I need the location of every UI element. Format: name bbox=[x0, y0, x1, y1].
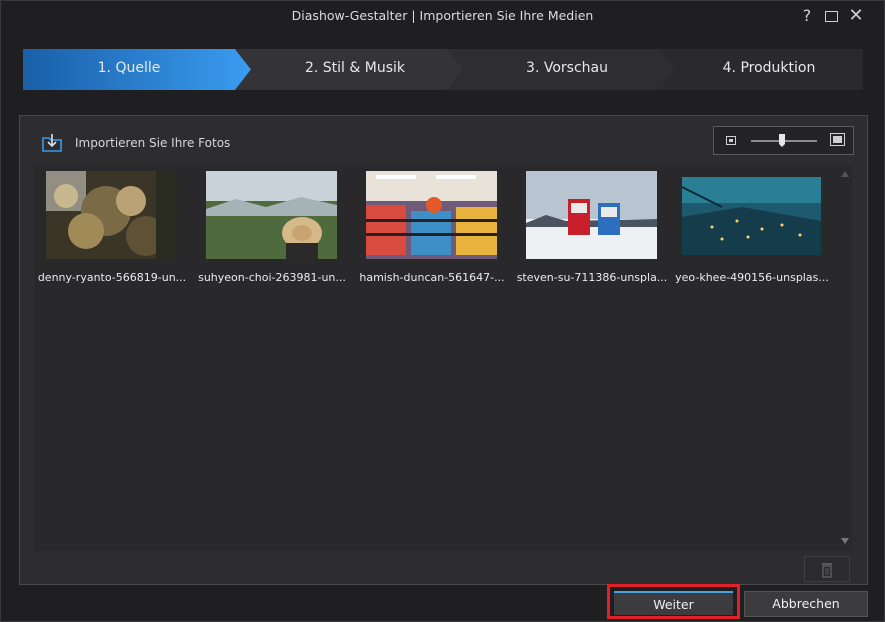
photo-caption: hamish-duncan-561647-... bbox=[359, 271, 505, 284]
photo-grid: denny-ryanto-566819-un... suhyeon-choi-2… bbox=[34, 165, 852, 551]
step-label-vorschau: 3. Vorschau bbox=[526, 60, 608, 76]
photo-caption: steven-su-711386-unspla... bbox=[516, 271, 668, 284]
photo-thumbnail[interactable] bbox=[526, 171, 657, 259]
close-button[interactable]: ✕ bbox=[847, 7, 865, 25]
title-bar: Diashow-Gestalter | Importieren Sie Ihre… bbox=[1, 1, 884, 33]
small-thumbnail-icon[interactable] bbox=[726, 136, 736, 145]
delete-button[interactable] bbox=[804, 556, 850, 582]
slider-handle[interactable] bbox=[779, 134, 785, 147]
photo-caption: yeo-khee-490156-unsplas... bbox=[675, 271, 829, 284]
media-panel: Importieren Sie Ihre Fotos denny-ryanto-… bbox=[19, 115, 868, 585]
help-button[interactable]: ? bbox=[798, 7, 816, 25]
photo-thumbnail[interactable] bbox=[206, 171, 337, 259]
step-label-quelle: 1. Quelle bbox=[97, 60, 161, 76]
photo-caption: denny-ryanto-566819-un... bbox=[37, 271, 187, 284]
import-folder-icon[interactable] bbox=[42, 134, 62, 152]
trash-icon bbox=[822, 563, 832, 578]
maximize-icon bbox=[824, 11, 838, 22]
photo-grid-scrollbar[interactable] bbox=[838, 165, 852, 551]
highlight-box bbox=[607, 584, 740, 619]
step-label-stil-musik: 2. Stil & Musik bbox=[304, 60, 406, 76]
cancel-button[interactable]: Abbrechen bbox=[744, 591, 868, 617]
thumbnail-size-control bbox=[713, 126, 854, 155]
large-thumbnail-icon[interactable] bbox=[830, 133, 845, 146]
photo-thumbnail[interactable] bbox=[46, 171, 177, 259]
window-title: Diashow-Gestalter | Importieren Sie Ihre… bbox=[291, 8, 594, 23]
photo-caption: suhyeon-choi-263981-un... bbox=[198, 271, 346, 284]
wizard-steps: 1. Quelle 2. Stil & Musik 3. Vorschau 4.… bbox=[23, 49, 863, 90]
photo-thumbnail[interactable] bbox=[682, 177, 821, 255]
import-photos-label[interactable]: Importieren Sie Ihre Fotos bbox=[75, 136, 230, 150]
step-label-produktion: 4. Produktion bbox=[722, 60, 816, 76]
scroll-up-icon[interactable] bbox=[841, 171, 849, 177]
scroll-down-icon[interactable] bbox=[841, 538, 849, 544]
maximize-button[interactable] bbox=[822, 7, 840, 25]
slideshow-dialog: Diashow-Gestalter | Importieren Sie Ihre… bbox=[0, 0, 885, 622]
photo-thumbnail[interactable] bbox=[366, 171, 497, 259]
